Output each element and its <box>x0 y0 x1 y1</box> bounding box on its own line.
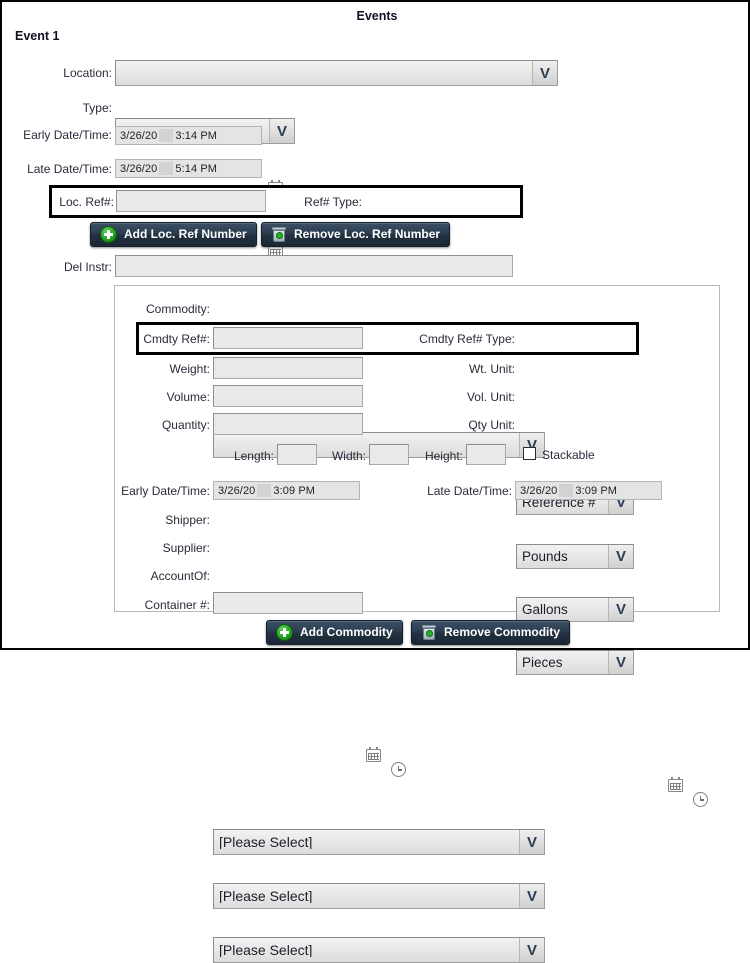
weight-label: Weight: <box>169 362 210 376</box>
volume-label: Volume: <box>166 390 210 404</box>
remove-loc-ref-button[interactable]: Remove Loc. Ref Number <box>261 222 451 247</box>
loc-ref-label: Loc. Ref#: <box>59 195 114 209</box>
chevron-down-icon: V <box>608 598 633 621</box>
early-datetime-label: Early Date/Time: <box>23 128 112 142</box>
wt-unit-select[interactable]: Pounds V <box>516 544 634 569</box>
container-input[interactable] <box>213 592 363 614</box>
accountof-value: [Please Select] <box>219 943 313 957</box>
add-loc-ref-button[interactable]: Add Loc. Ref Number <box>90 222 257 247</box>
add-commodity-label: Add Commodity <box>300 625 393 639</box>
del-instr-input[interactable] <box>115 255 513 277</box>
length-input[interactable] <box>277 444 317 465</box>
cmdty-ref-label: Cmdty Ref#: <box>143 332 210 346</box>
plus-icon <box>276 624 293 641</box>
cmdty-ref-input[interactable] <box>213 327 363 349</box>
late-time-value: 5:14 PM <box>175 162 218 175</box>
cmdty-early-time-value: 3:09 PM <box>273 484 316 497</box>
page-title: Events <box>356 9 398 23</box>
stackable-checkbox[interactable] <box>523 447 536 460</box>
date-time-separator <box>159 129 174 142</box>
commodity-label: Commodity: <box>145 302 210 316</box>
ref-type-label: Ref# Type: <box>304 195 362 209</box>
event-section-label: Event 1 <box>15 29 60 43</box>
supplier-select[interactable]: [Please Select] V <box>213 883 545 909</box>
chevron-down-icon: V <box>519 884 544 908</box>
cmdty-late-datetime-input[interactable]: 3/26/20 3:09 PM <box>515 481 662 500</box>
qty-unit-label: Qty Unit: <box>468 418 515 432</box>
shipper-label: Shipper: <box>165 513 210 527</box>
stackable-label: Stackable <box>542 448 595 462</box>
chevron-down-icon: V <box>519 830 544 854</box>
supplier-label: Supplier: <box>162 541 210 555</box>
add-commodity-button[interactable]: Add Commodity <box>266 620 403 645</box>
remove-commodity-button[interactable]: Remove Commodity <box>411 620 571 645</box>
width-input[interactable] <box>369 444 409 465</box>
events-form-window: Events Event 1 Location: V Type: Drop Lo… <box>0 0 750 963</box>
shipper-value: [Please Select] <box>219 835 313 849</box>
chevron-down-icon: V <box>608 545 633 568</box>
cmdty-early-date-value: 3/26/20 <box>218 484 256 497</box>
remove-loc-ref-label: Remove Loc. Ref Number <box>294 227 441 241</box>
wt-unit-value: Pounds <box>522 549 568 564</box>
accountof-select[interactable]: [Please Select] V <box>213 937 545 963</box>
vol-unit-label: Vol. Unit: <box>466 390 515 404</box>
loc-ref-input[interactable] <box>116 190 266 212</box>
width-label: Width: <box>331 449 366 463</box>
vol-unit-value: Gallons <box>522 602 568 617</box>
height-label: Height: <box>424 449 463 463</box>
wt-unit-label: Wt. Unit: <box>468 362 515 376</box>
height-input[interactable] <box>466 444 506 465</box>
chevron-down-icon: V <box>608 651 633 674</box>
date-time-separator <box>159 162 174 175</box>
accountof-label: AccountOf: <box>150 569 210 583</box>
quantity-input[interactable] <box>213 413 363 435</box>
late-datetime-label: Late Date/Time: <box>27 162 112 176</box>
clock-icon[interactable] <box>693 792 708 807</box>
container-label: Container #: <box>144 598 210 612</box>
volume-input[interactable] <box>213 385 363 407</box>
qty-unit-value: Pieces <box>522 655 563 670</box>
qty-unit-select[interactable]: Pieces V <box>516 650 634 675</box>
cmdty-ref-type-label: Cmdty Ref# Type: <box>419 332 515 346</box>
length-label: Length: <box>233 449 274 463</box>
cmdty-late-date-value: 3/26/20 <box>520 484 558 497</box>
quantity-label: Quantity: <box>161 418 210 432</box>
trash-icon <box>421 625 437 640</box>
chevron-down-icon: V <box>532 61 557 85</box>
weight-input[interactable] <box>213 357 363 379</box>
early-date-value: 3/26/20 <box>120 129 158 142</box>
cmdty-early-datetime-label: Early Date/Time: <box>121 484 210 498</box>
chevron-down-icon: V <box>269 119 294 143</box>
date-time-separator <box>559 484 574 497</box>
remove-commodity-label: Remove Commodity <box>444 625 561 639</box>
del-instr-label: Del Instr: <box>63 260 112 274</box>
plus-icon <box>100 226 117 243</box>
location-label: Location: <box>63 66 112 80</box>
trash-icon <box>271 227 287 242</box>
early-time-value: 3:14 PM <box>175 129 218 142</box>
add-loc-ref-label: Add Loc. Ref Number <box>124 227 247 241</box>
cmdty-late-time-value: 3:09 PM <box>575 484 618 497</box>
calendar-icon[interactable] <box>668 777 683 792</box>
late-date-value: 3/26/20 <box>120 162 158 175</box>
shipper-select[interactable]: [Please Select] V <box>213 829 545 855</box>
late-datetime-input[interactable]: 3/26/20 5:14 PM <box>115 159 262 178</box>
type-label: Type: <box>82 101 112 115</box>
cmdty-late-datetime-label: Late Date/Time: <box>427 484 512 498</box>
chevron-down-icon: V <box>519 938 544 962</box>
date-time-separator <box>257 484 272 497</box>
location-select[interactable]: V <box>115 60 558 86</box>
vol-unit-select[interactable]: Gallons V <box>516 597 634 622</box>
supplier-value: [Please Select] <box>219 889 313 903</box>
clock-icon[interactable] <box>391 762 406 777</box>
cmdty-ref-highlight-box <box>136 322 639 355</box>
cmdty-early-datetime-input[interactable]: 3/26/20 3:09 PM <box>213 481 360 500</box>
early-datetime-input[interactable]: 3/26/20 3:14 PM <box>115 126 262 145</box>
calendar-icon[interactable] <box>366 747 381 762</box>
